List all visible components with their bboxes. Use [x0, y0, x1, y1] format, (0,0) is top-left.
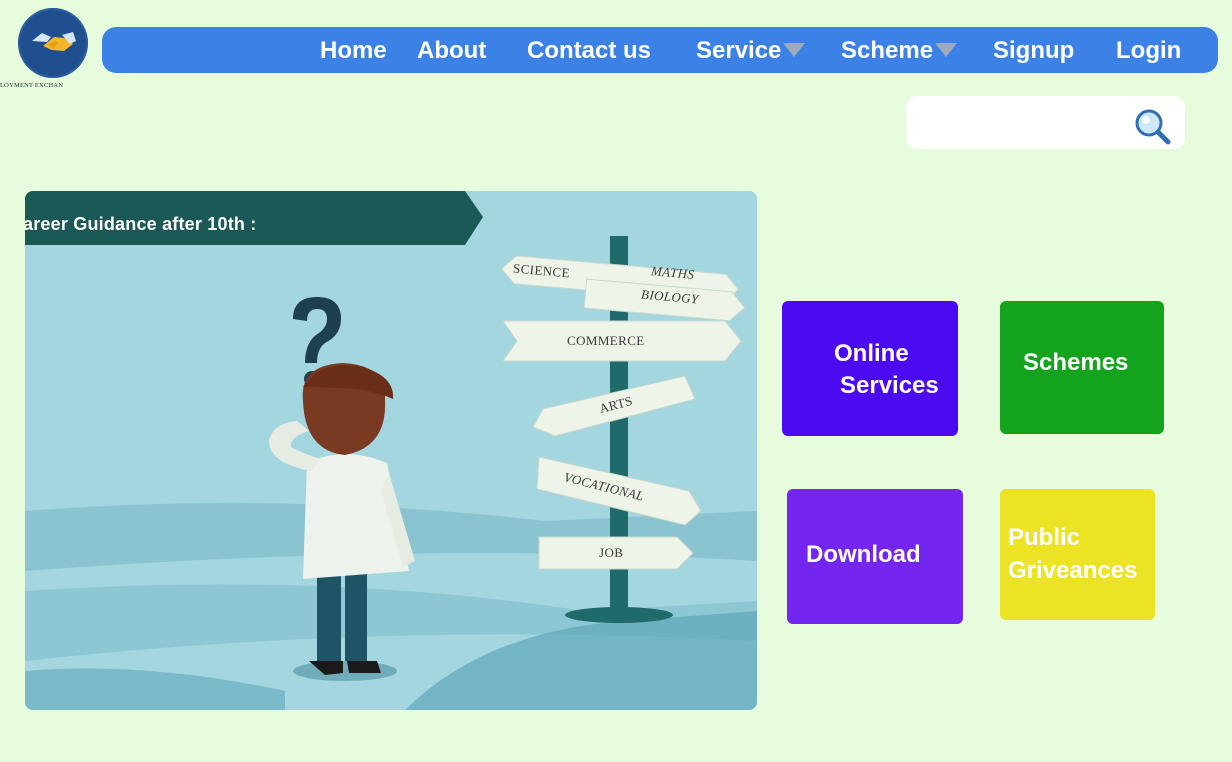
sign-job: JOB [599, 545, 624, 560]
public-grievances-label-line2: Griveances [1008, 557, 1138, 584]
career-guidance-banner: areer Guidance after 10th : SCIENCE MATH… [25, 191, 757, 710]
download-tile[interactable]: Download [787, 489, 963, 624]
site-logo[interactable]: LOYMENT EXCHAN [0, 4, 110, 94]
public-grievances-label-line1: Public [1008, 524, 1081, 551]
nav-service-dropdown[interactable]: Service [696, 27, 806, 73]
career-illustration [25, 191, 757, 710]
main-navbar: Home About Contact us Service Scheme Sig… [102, 27, 1218, 73]
search-input[interactable] [918, 104, 1132, 142]
online-services-tile[interactable]: Online Services [782, 301, 958, 436]
public-grievances-tile[interactable]: Public Griveances [1000, 489, 1155, 620]
schemes-tile[interactable]: Schemes [1000, 301, 1164, 434]
nav-home[interactable]: Home [320, 27, 387, 73]
online-services-label-line2: Services [840, 372, 939, 399]
nav-signup[interactable]: Signup [993, 27, 1074, 73]
nav-contact-us[interactable]: Contact us [527, 27, 651, 73]
banner-heading: areer Guidance after 10th : [25, 214, 257, 234]
nav-scheme-label: Scheme [841, 37, 934, 64]
handshake-icon [32, 32, 76, 51]
caret-down-icon [935, 42, 958, 57]
logo-emblem [18, 8, 88, 78]
sign-commerce: COMMERCE [567, 333, 645, 348]
download-label: Download [806, 541, 921, 568]
nav-service-label: Service [696, 37, 782, 64]
logo-caption: LOYMENT EXCHAN [0, 82, 64, 89]
online-services-label-line1: Online [834, 340, 909, 367]
nav-scheme-dropdown[interactable]: Scheme [841, 27, 958, 73]
nav-about[interactable]: About [417, 27, 486, 73]
nav-login[interactable]: Login [1116, 27, 1181, 73]
schemes-label: Schemes [1023, 349, 1129, 376]
caret-down-icon [783, 42, 806, 57]
magnifier-icon[interactable] [1132, 106, 1172, 146]
